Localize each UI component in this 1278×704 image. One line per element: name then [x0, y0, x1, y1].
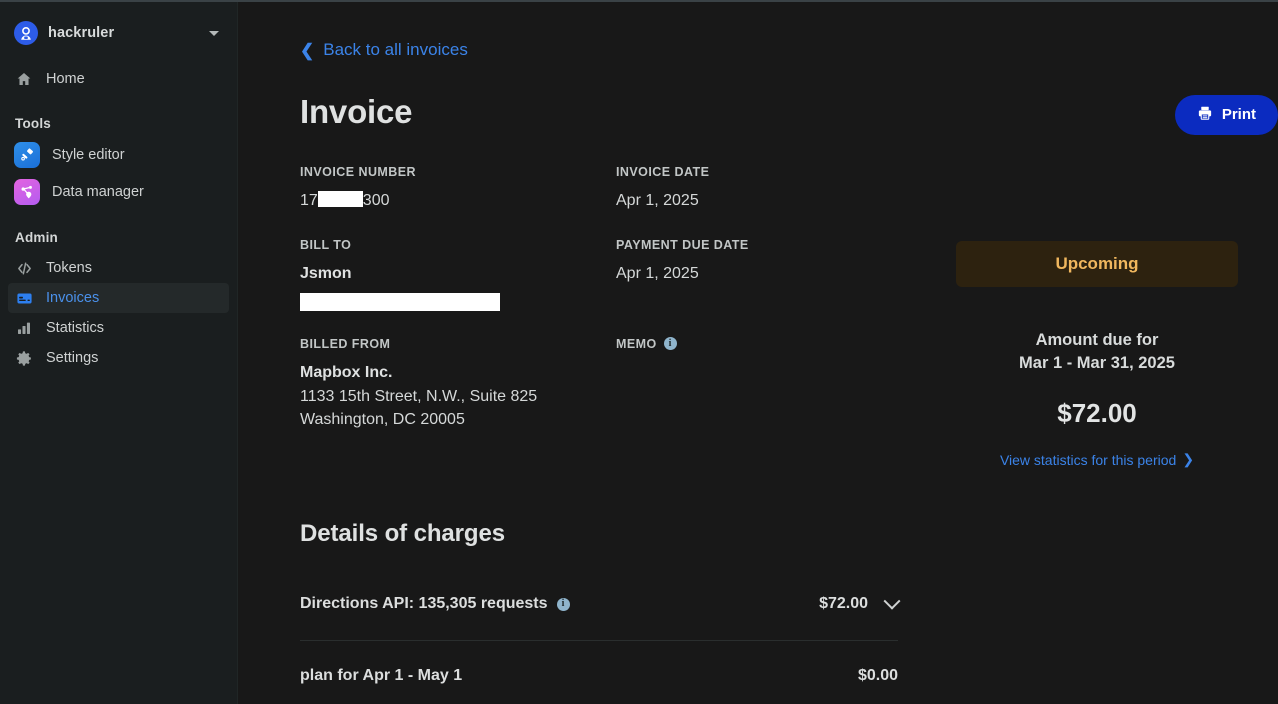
sidebar-item-label: Data manager	[52, 184, 144, 200]
chevron-left-icon: ❮	[300, 42, 314, 59]
billed-from-company: Mapbox Inc.	[300, 361, 616, 385]
bill-to-name: Jsmon	[300, 262, 616, 286]
info-icon[interactable]: i	[664, 337, 677, 350]
bill-to-block: BILL TO Jsmon	[300, 238, 616, 311]
sidebar-item-label: Home	[46, 71, 85, 87]
page-header: Invoice Print	[300, 95, 1278, 135]
payment-due-date-value: Apr 1, 2025	[616, 262, 920, 286]
gear-icon	[14, 350, 34, 367]
view-statistics-link[interactable]: View statistics for this period ❯	[1000, 451, 1194, 468]
amount-due-label-line2: Mar 1 - Mar 31, 2025	[966, 352, 1228, 376]
astronaut-avatar	[14, 21, 38, 45]
billed-from-label: BILLED FROM	[300, 337, 616, 351]
invoice-summary-panel: Upcoming Amount due for Mar 1 - Mar 31, …	[956, 165, 1238, 490]
invoice-date-label: INVOICE DATE	[616, 165, 920, 179]
paint-roller-icon	[14, 142, 40, 168]
sidebar-item-label: Statistics	[46, 320, 104, 336]
status-badge: Upcoming	[956, 241, 1238, 287]
sidebar-item-settings[interactable]: Settings	[8, 343, 229, 373]
app-root: hackruler Home Tools Style editor	[0, 0, 1278, 704]
invoice-number-block: INVOICE NUMBER 17 300	[300, 165, 616, 213]
billed-from-block: BILLED FROM Mapbox Inc. 1133 15th Street…	[300, 337, 616, 432]
back-to-all-invoices-link[interactable]: ❮ Back to all invoices	[300, 40, 468, 60]
sidebar-item-data-manager[interactable]: Data manager	[8, 176, 229, 208]
amount-due-value: $72.00	[966, 398, 1228, 429]
print-button-label: Print	[1222, 106, 1256, 123]
code-brackets-icon	[14, 260, 34, 277]
info-icon[interactable]: i	[557, 598, 570, 611]
charge-amount-group: $72.00	[819, 595, 898, 613]
invoice-body: INVOICE NUMBER 17 300 INVOICE DATE Apr 1,…	[300, 165, 1278, 490]
charge-amount-group: $0.00	[858, 667, 898, 685]
invoice-number-prefix: 17	[300, 192, 318, 209]
sidebar-item-label: Tokens	[46, 260, 92, 276]
billed-from-address-line1: 1133 15th Street, N.W., Suite 825	[300, 385, 616, 409]
charge-name-label: Directions API: 135,305 requests	[300, 595, 548, 613]
payment-due-date-label: PAYMENT DUE DATE	[616, 238, 920, 252]
bill-to-label: BILL TO	[300, 238, 616, 252]
charge-amount: $72.00	[819, 595, 868, 613]
sidebar-item-home[interactable]: Home	[8, 64, 229, 94]
charges-heading: Details of charges	[300, 520, 898, 548]
amount-due-card: Amount due for Mar 1 - Mar 31, 2025 $72.…	[956, 311, 1238, 490]
invoice-number-label: INVOICE NUMBER	[300, 165, 616, 179]
charge-amount: $0.00	[858, 667, 898, 685]
chevron-down-icon[interactable]	[884, 593, 901, 610]
account-name: hackruler	[48, 25, 209, 41]
sidebar-item-label: Settings	[46, 350, 98, 366]
sidebar: hackruler Home Tools Style editor	[0, 2, 238, 704]
main-content: ❮ Back to all invoices Invoice	[238, 2, 1278, 704]
invoice-number-suffix: 300	[363, 192, 390, 209]
page-title: Invoice	[300, 95, 412, 128]
redaction-block	[300, 293, 500, 311]
invoice-number-value: 17 300	[300, 189, 616, 213]
invoice-date-value: Apr 1, 2025	[616, 189, 920, 213]
sidebar-section-admin: Admin	[15, 230, 237, 245]
sidebar-item-tokens[interactable]: Tokens	[8, 253, 229, 283]
view-statistics-label: View statistics for this period	[1000, 452, 1176, 468]
sidebar-item-label: Style editor	[52, 147, 125, 163]
invoice-meta-grid: INVOICE NUMBER 17 300 INVOICE DATE Apr 1,…	[300, 165, 920, 458]
account-switcher[interactable]: hackruler	[14, 16, 225, 50]
data-nodes-icon	[14, 179, 40, 205]
redaction-block	[318, 191, 363, 207]
printer-icon	[1197, 105, 1213, 125]
memo-label: MEMO i	[616, 337, 920, 351]
charges-section: Details of charges Directions API: 135,3…	[300, 520, 898, 704]
invoice-date-block: INVOICE DATE Apr 1, 2025	[616, 165, 920, 213]
billed-from-address-line2: Washington, DC 20005	[300, 408, 616, 432]
credit-card-icon	[14, 290, 34, 307]
memo-label-text: MEMO	[616, 337, 657, 351]
sidebar-item-label: Invoices	[46, 290, 99, 306]
bar-chart-icon	[14, 320, 34, 336]
payment-due-date-block: PAYMENT DUE DATE Apr 1, 2025	[616, 238, 920, 311]
back-link-label: Back to all invoices	[323, 40, 468, 60]
table-row[interactable]: Directions API: 135,305 requests i $72.0…	[300, 569, 898, 641]
sidebar-item-statistics[interactable]: Statistics	[8, 313, 229, 343]
charge-name-label: plan for Apr 1 - May 1	[300, 667, 462, 685]
chevron-right-icon: ❯	[1182, 451, 1194, 468]
sidebar-item-style-editor[interactable]: Style editor	[8, 139, 229, 171]
sidebar-section-tools: Tools	[15, 116, 237, 131]
sidebar-item-invoices[interactable]: Invoices	[8, 283, 229, 313]
print-button[interactable]: Print	[1175, 95, 1278, 135]
amount-due-label-line1: Amount due for	[966, 329, 1228, 353]
charge-name: plan for Apr 1 - May 1	[300, 667, 462, 685]
home-icon	[14, 71, 34, 87]
charge-name: Directions API: 135,305 requests i	[300, 595, 570, 613]
invoice-details-column: INVOICE NUMBER 17 300 INVOICE DATE Apr 1,…	[300, 165, 920, 490]
memo-block: MEMO i	[616, 337, 920, 432]
table-row[interactable]: plan for Apr 1 - May 1 $0.00	[300, 641, 898, 704]
caret-down-icon[interactable]	[209, 31, 219, 36]
